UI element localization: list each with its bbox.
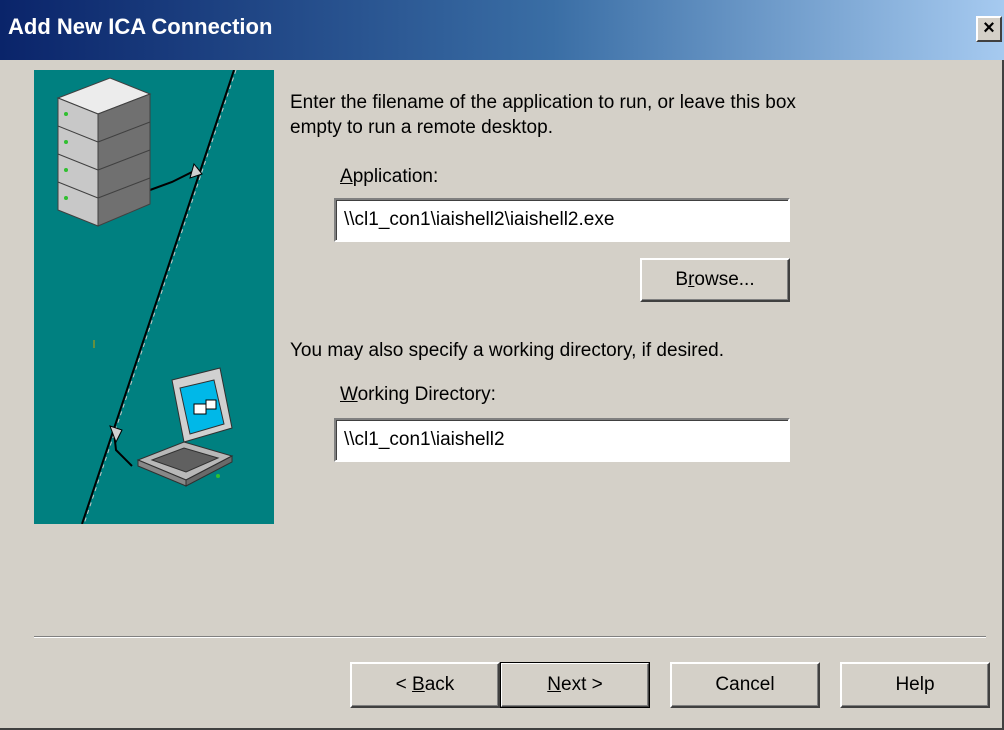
working-directory-label-rest: orking Directory: — [357, 384, 496, 405]
application-label-mnemonic: A — [340, 166, 353, 187]
window-title: Add New ICA Connection — [8, 14, 273, 39]
application-input[interactable] — [334, 198, 790, 242]
close-icon: × — [983, 17, 995, 39]
back-label-pre: < — [395, 674, 413, 695]
working-directory-label: Working Directory: — [340, 384, 496, 406]
back-label-mnemonic: B — [412, 674, 425, 695]
server-stack-icon — [56, 77, 152, 227]
working-directory-input[interactable] — [334, 418, 790, 462]
wizard-illustration — [34, 70, 274, 524]
application-label-rest: pplication: — [352, 166, 439, 187]
working-dir-prompt: You may also specify a working directory… — [290, 340, 725, 361]
browse-button[interactable]: Browse... — [640, 258, 790, 302]
cancel-button[interactable]: Cancel — [670, 662, 820, 708]
footer-separator — [34, 636, 986, 638]
application-prompt: Enter the filename of the application to… — [290, 92, 796, 138]
next-label-post: ext > — [561, 674, 603, 695]
next-button[interactable]: Next > — [500, 662, 650, 708]
browse-label-post: owse... — [694, 269, 755, 290]
working-directory-label-mnemonic: W — [340, 384, 358, 405]
application-label: Application: — [340, 166, 438, 188]
browse-label-pre: B — [675, 269, 689, 290]
help-button[interactable]: Help — [840, 662, 990, 708]
back-button[interactable]: < Back — [350, 662, 500, 708]
back-label-post: ack — [424, 674, 455, 695]
close-button[interactable]: × — [976, 16, 1002, 42]
dialog-window: Add New ICA Connection × Enter the filen… — [0, 0, 1004, 730]
next-label-mnemonic: N — [547, 674, 561, 695]
title-bar[interactable]: Add New ICA Connection × — [0, 0, 1004, 60]
laptop-icon — [136, 367, 234, 487]
